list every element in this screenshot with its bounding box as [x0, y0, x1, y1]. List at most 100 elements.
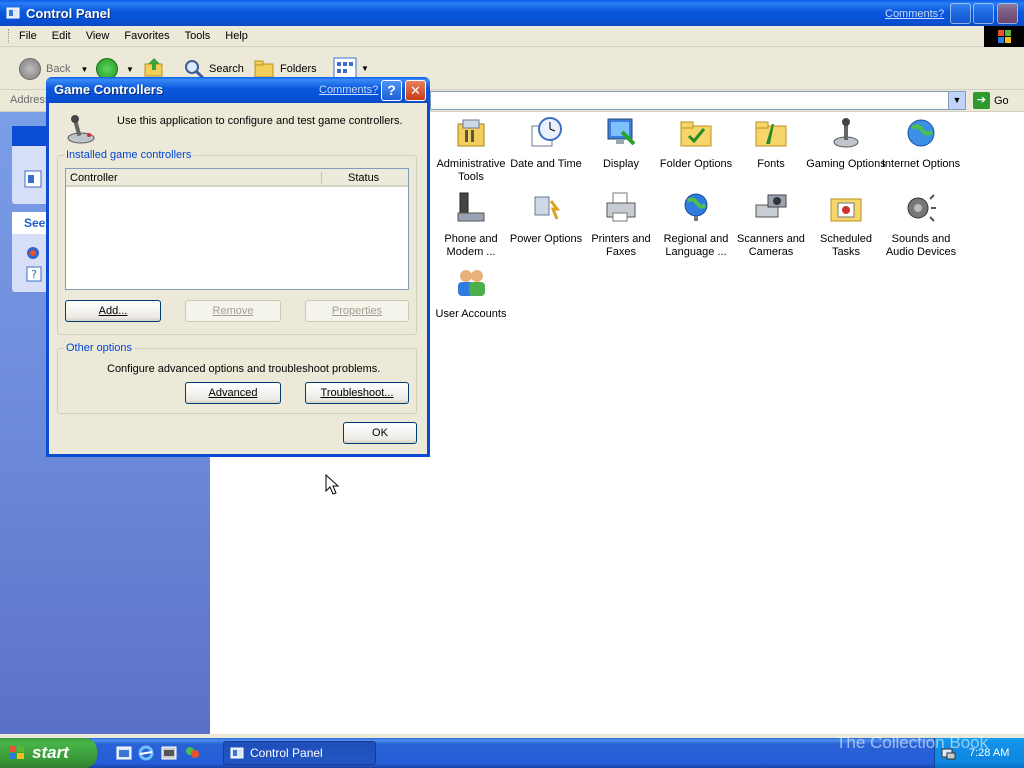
cp-sounds-audio[interactable]: Sounds and Audio Devices [881, 191, 961, 259]
cp-date-time[interactable]: Date and Time [506, 116, 586, 171]
minimize-button[interactable] [950, 3, 971, 24]
remove-button[interactable]: Remove [185, 300, 281, 322]
cp-scheduled-tasks[interactable]: Scheduled Tasks [806, 191, 886, 259]
cp-printers-faxes[interactable]: Printers and Faxes [581, 191, 661, 259]
comments-link[interactable]: Comments? [885, 8, 944, 20]
control-panel-icon [6, 7, 20, 19]
controllers-list[interactable]: Controller Status [65, 168, 409, 290]
cp-power-options[interactable]: Power Options [506, 191, 586, 246]
dialog-title: Game Controllers [54, 82, 164, 97]
menu-help[interactable]: Help [225, 30, 248, 42]
cp-gaming-options[interactable]: Gaming Options [806, 116, 886, 171]
scheduled-tasks-icon [830, 198, 862, 222]
menu-view[interactable]: View [86, 30, 110, 42]
close-button[interactable] [997, 3, 1018, 24]
address-field[interactable]: ▼ [430, 91, 966, 110]
column-controller[interactable]: Controller [70, 172, 118, 184]
cp-label: Folder Options [659, 158, 733, 170]
cp-internet-options[interactable]: Internet Options [881, 116, 961, 171]
cp-folder-options[interactable]: Folder Options [656, 116, 736, 171]
menu-file[interactable]: File [19, 30, 37, 42]
ok-button[interactable]: OK [343, 422, 417, 444]
window-titlebar[interactable]: Control Panel Comments? [0, 0, 1024, 26]
other-options-text: Configure advanced options and troublesh… [107, 363, 381, 375]
cp-regional-language[interactable]: Regional and Language ... [656, 191, 736, 259]
cp-label: Fonts [757, 158, 785, 170]
sounds-audio-icon [907, 194, 936, 222]
windows-update-icon[interactable] [24, 245, 42, 261]
start-label: start [32, 743, 69, 762]
internet-explorer-icon[interactable] [138, 745, 154, 761]
menu-bar: File Edit View Favorites Tools Help [0, 26, 984, 47]
cp-administrative-tools[interactable]: Administrative Tools [431, 116, 511, 184]
menu-tools[interactable]: Tools [185, 30, 211, 42]
regional-language-icon [684, 193, 708, 221]
properties-button[interactable]: Properties [305, 300, 409, 322]
go-arrow-icon: ➔ [973, 92, 990, 109]
media-player-icon[interactable] [161, 745, 177, 761]
svg-text:?: ? [31, 268, 37, 281]
cp-label: Date and Time [510, 158, 582, 170]
ok-label: OK [372, 427, 388, 439]
taskbar-control-panel-button[interactable]: Control Panel [223, 741, 376, 765]
other-options-group: Other options [57, 342, 417, 414]
dialog-close-button[interactable]: ✕ [405, 80, 426, 101]
admin-tools-icon [457, 119, 485, 147]
cp-label: Phone and Modem ... [444, 233, 498, 258]
views-dropdown-icon[interactable]: ▼ [361, 64, 369, 73]
fonts-icon [755, 121, 787, 147]
dialog-comments-link[interactable]: Comments? [319, 84, 378, 96]
maximize-button[interactable] [973, 3, 994, 24]
forward-dropdown-icon[interactable]: ▼ [126, 65, 134, 74]
menu-favorites[interactable]: Favorites [124, 30, 169, 42]
menu-edit[interactable]: Edit [52, 30, 71, 42]
cp-scanners-cameras[interactable]: Scanners and Cameras [731, 191, 811, 259]
address-label: Address [10, 94, 51, 106]
views-icon [333, 57, 357, 79]
search-label: Search [209, 63, 244, 75]
dialog-titlebar[interactable]: Game Controllers Comments? ? ✕ [46, 77, 430, 103]
cp-user-accounts[interactable]: User Accounts [431, 266, 511, 321]
remove-label: Remove [212, 305, 254, 317]
menu-grip [8, 29, 11, 43]
start-button[interactable]: start [0, 738, 97, 768]
windows-flag-icon [998, 30, 1011, 43]
list-header: Controller Status [66, 169, 408, 187]
game-controller-icon [67, 115, 95, 144]
troubleshoot-button[interactable]: Troubleshoot... [305, 382, 409, 404]
column-separator[interactable] [321, 172, 322, 184]
folders-label: Folders [280, 63, 317, 75]
cp-label: Gaming Options [806, 158, 886, 170]
cp-label: Scanners and Cameras [737, 233, 805, 258]
help-support-icon[interactable]: ? [26, 266, 42, 282]
advanced-button[interactable]: Advanced [185, 382, 281, 404]
dialog-intro-text: Use this application to configure and te… [117, 115, 403, 127]
user-accounts-icon [458, 270, 485, 296]
printers-faxes-icon [606, 192, 636, 222]
messenger-icon[interactable] [184, 745, 200, 761]
views-button[interactable]: ▼ [333, 57, 369, 79]
add-label: Add... [98, 305, 128, 317]
go-button[interactable]: ➔ Go [973, 92, 1009, 109]
windows-logo [984, 26, 1024, 47]
close-icon: ✕ [410, 83, 421, 98]
show-desktop-icon[interactable] [116, 745, 132, 761]
task-label: Control Panel [250, 746, 323, 760]
dialog-help-button[interactable]: ? [381, 80, 402, 101]
internet-options-icon [907, 119, 935, 147]
game-controllers-dialog: Game Controllers Comments? ? ✕ Use this … [46, 77, 430, 457]
windows-flag-icon [9, 746, 24, 759]
power-options-icon [534, 196, 560, 220]
cp-display[interactable]: Display [581, 116, 661, 171]
switch-view-icon[interactable] [24, 170, 42, 188]
cp-fonts[interactable]: Fonts [731, 116, 811, 171]
cp-phone-modem[interactable]: Phone and Modem ... [431, 191, 511, 259]
troubleshoot-label: Troubleshoot... [320, 387, 394, 399]
dialog-body: Use this application to configure and te… [49, 103, 427, 454]
address-dropdown-icon[interactable]: ▼ [948, 92, 965, 109]
up-folder-button[interactable] [143, 56, 165, 78]
back-arrow-icon [19, 58, 41, 80]
column-status[interactable]: Status [348, 172, 379, 184]
back-dropdown-icon[interactable]: ▼ [80, 65, 88, 74]
add-button[interactable]: Add... [65, 300, 161, 322]
